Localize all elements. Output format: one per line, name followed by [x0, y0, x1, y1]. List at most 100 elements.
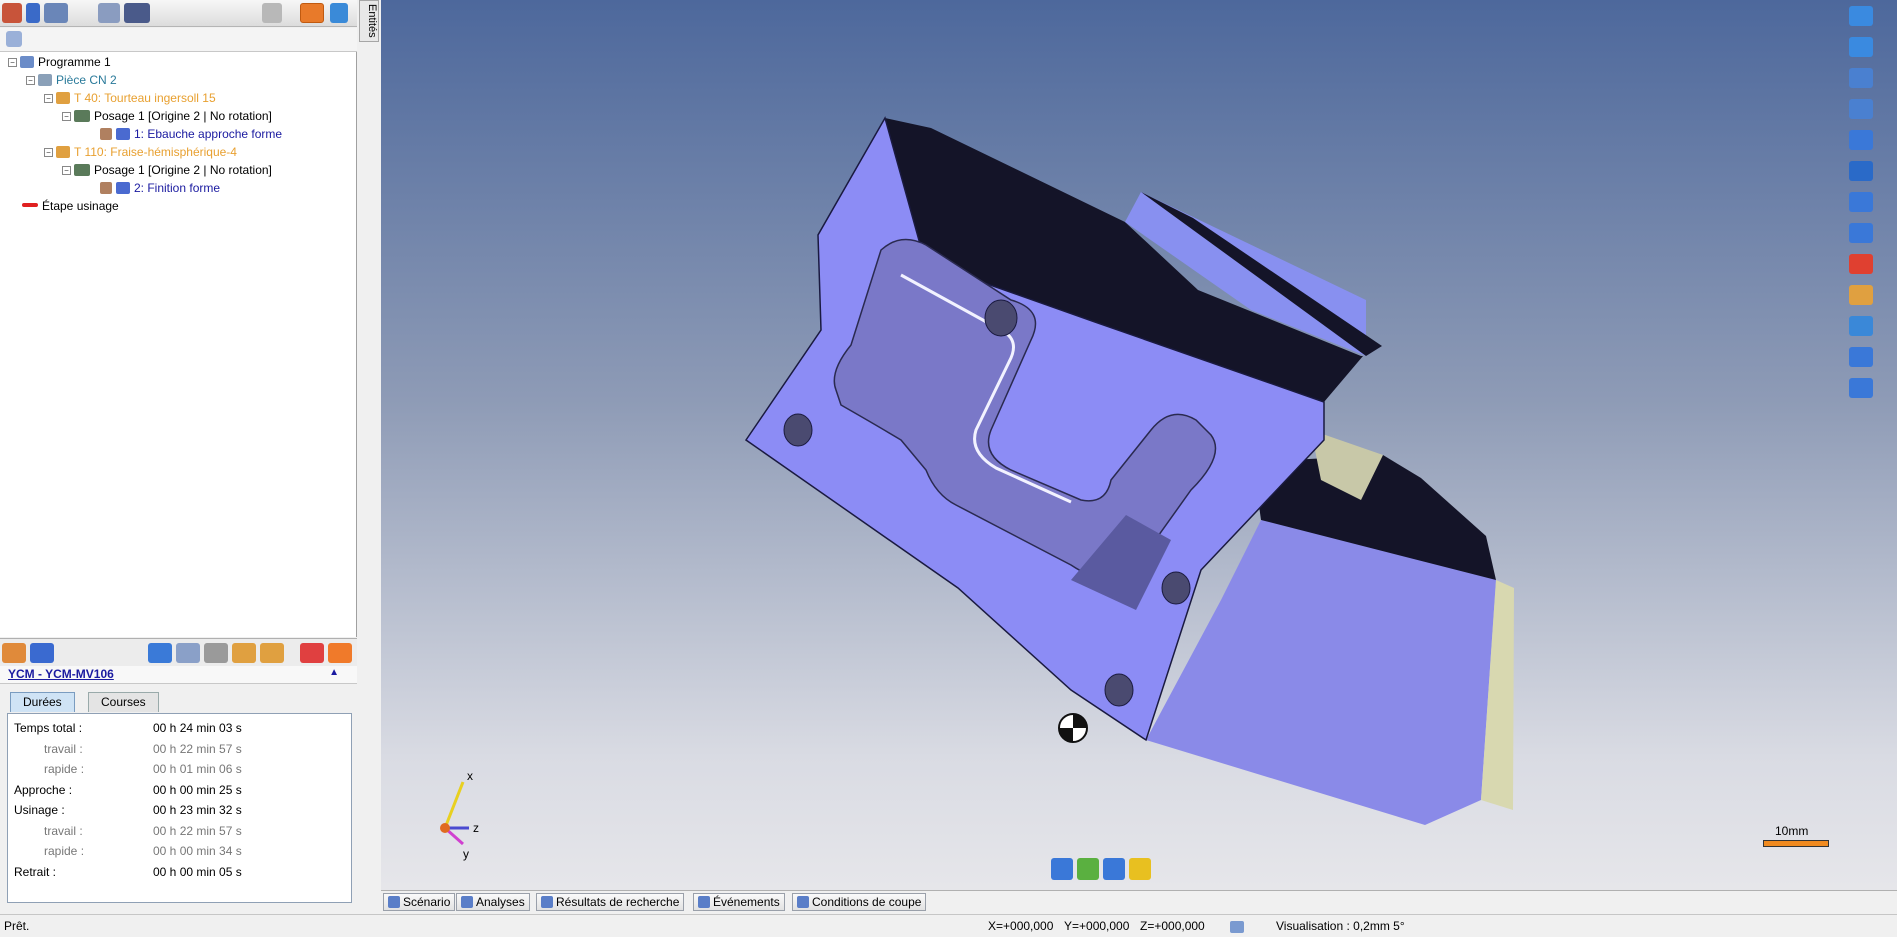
stock-view-icon[interactable]: [1077, 858, 1099, 880]
status-z: Z=+000,000: [1140, 919, 1205, 933]
tree-label: T 40: Tourteau ingersoll 15: [74, 91, 216, 105]
collapse-icon[interactable]: −: [44, 148, 53, 157]
arrow-icon: [22, 203, 38, 207]
tree-label: Posage 1 [Origine 2 | No rotation]: [94, 163, 272, 177]
columns-icon[interactable]: [6, 31, 22, 47]
axis-y-label: y: [463, 847, 469, 861]
tree-label: Posage 1 [Origine 2 | No rotation]: [94, 109, 272, 123]
collapse-panel-icon[interactable]: ▲: [329, 667, 339, 678]
origin-marker-q3: [1059, 728, 1073, 742]
times-table: Temps total : 00 h 24 min 03 s travail : 00…: [7, 713, 352, 903]
tree-node-etape-usinage[interactable]: Étape usinage: [22, 198, 119, 215]
visualisation-icon[interactable]: [1230, 921, 1244, 933]
tree-label: Programme 1: [38, 55, 111, 69]
collapse-icon[interactable]: −: [44, 94, 53, 103]
cube-view-icon[interactable]: [1849, 223, 1873, 243]
collapse-icon[interactable]: −: [62, 112, 71, 121]
posage-icon: [74, 164, 90, 176]
time-row: Temps total : 00 h 24 min 03 s: [14, 718, 344, 738]
tab-resultats-recherche[interactable]: Résultats de recherche: [536, 893, 685, 911]
3d-viewport[interactable]: x z y 10mm: [381, 0, 1897, 890]
collapse-icon[interactable]: −: [26, 76, 35, 85]
status-x: X=+000,000: [988, 919, 1054, 933]
cad-part[interactable]: [381, 0, 1897, 890]
tree-node-piece[interactable]: − Pièce CN 2: [26, 72, 117, 89]
measure-icon[interactable]: [176, 643, 200, 663]
scenario-icon: [388, 896, 400, 908]
zoom-window-icon[interactable]: [1849, 161, 1873, 181]
help-icon[interactable]: [1849, 285, 1873, 305]
toolpath-icon[interactable]: [232, 643, 256, 663]
window-layout-icon[interactable]: [1849, 130, 1873, 150]
tree-label: T 110: Fraise-hémisphérique-4: [74, 145, 237, 159]
tab-scenario[interactable]: Scénario: [383, 893, 456, 911]
tool-filter-icon[interactable]: [1051, 858, 1073, 880]
zoom-icon[interactable]: [1849, 192, 1873, 212]
rotate-icon[interactable]: [1849, 99, 1873, 119]
stock-icon[interactable]: [204, 643, 228, 663]
tool-icon[interactable]: [26, 3, 40, 23]
simulation-icon[interactable]: [44, 3, 68, 23]
binoculars-icon[interactable]: [124, 3, 150, 23]
operation-icon: [100, 182, 112, 194]
tree-node-operation-2[interactable]: 2: Finition forme: [100, 180, 220, 197]
glasses-icon: [116, 128, 130, 140]
tab-conditions-coupe[interactable]: Conditions de coupe: [792, 893, 927, 911]
machine-icon[interactable]: [2, 3, 22, 23]
tool-list-icon[interactable]: [330, 3, 348, 23]
print-icon[interactable]: [98, 3, 120, 23]
tree-view-icon[interactable]: [300, 3, 324, 23]
tab-courses[interactable]: Courses: [88, 692, 159, 712]
cam-application-window: Entités − Programme 1 − Pièce CN 2 − T 40: …: [0, 0, 1897, 937]
viewport-bottom-icons: [1051, 856, 1171, 882]
tab-durees[interactable]: Durées: [10, 692, 75, 712]
status-y: Y=+000,000: [1064, 919, 1130, 933]
tree-label: 2: Finition forme: [134, 181, 221, 195]
time-label: travail :: [44, 823, 83, 838]
axis-origin: [440, 823, 450, 833]
time-row: travail : 00 h 22 min 57 s: [14, 739, 344, 759]
tree-label: Étape usinage: [42, 199, 119, 213]
collapse-icon[interactable]: −: [8, 58, 17, 67]
toolpath-view-icon[interactable]: [1849, 378, 1873, 398]
tab-label: Événements: [713, 895, 780, 909]
tree-node-programme[interactable]: − Programme 1: [8, 54, 111, 71]
machine-link[interactable]: YCM - YCM-MV106: [8, 667, 114, 681]
axis-triad: x z y: [433, 768, 493, 864]
tab-analyses[interactable]: Analyses: [456, 893, 530, 911]
tree-node-tool-40[interactable]: − T 40: Tourteau ingersoll 15: [44, 90, 216, 107]
collapse-icon[interactable]: −: [62, 166, 71, 175]
percent-icon[interactable]: [148, 643, 172, 663]
tree-node-posage-1[interactable]: − Posage 1 [Origine 2 | No rotation]: [62, 108, 272, 125]
tree-label: 1: Ebauche approche forme: [134, 127, 283, 141]
time-value: 00 h 01 min 06 s: [153, 762, 242, 776]
layout-icon[interactable]: [2, 643, 26, 663]
tree-node-tool-110[interactable]: − T 110: Fraise-hémisphérique-4: [44, 144, 237, 161]
machine-bar: YCM - YCM-MV106 ▲: [0, 666, 357, 684]
x-axis-arrow: [443, 781, 465, 829]
holder-icon[interactable]: [1849, 347, 1873, 367]
status-visualisation: Visualisation : 0,2mm 5°: [1276, 919, 1405, 933]
magnet-icon[interactable]: [300, 643, 324, 663]
tool-icon: [56, 92, 70, 104]
simulation-view-icon[interactable]: [1129, 858, 1151, 880]
filter-icon[interactable]: [30, 643, 54, 663]
view-direction-icon[interactable]: [1849, 68, 1873, 88]
program-icon: [20, 56, 34, 68]
render-icon[interactable]: [1849, 254, 1873, 274]
toolpath-filter-icon[interactable]: [1103, 858, 1125, 880]
time-label: Temps total :: [14, 721, 83, 735]
frame-icon[interactable]: [260, 643, 284, 663]
time-label: Retrait :: [14, 864, 57, 879]
entites-side-tab[interactable]: Entités: [359, 0, 379, 42]
tool-view-icon[interactable]: [1849, 316, 1873, 336]
tree-node-posage-2[interactable]: − Posage 1 [Origine 2 | No rotation]: [62, 162, 272, 179]
tree-node-operation-1[interactable]: 1: Ebauche approche forme: [100, 126, 282, 143]
mirror-icon[interactable]: [328, 643, 352, 663]
tab-evenements[interactable]: Événements: [693, 893, 785, 911]
add-axis-icon[interactable]: [1849, 6, 1873, 26]
pan-icon[interactable]: [1849, 37, 1873, 57]
tab-label: Résultats de recherche: [556, 895, 680, 909]
refresh-icon[interactable]: [262, 3, 282, 23]
analyses-icon: [461, 896, 473, 908]
